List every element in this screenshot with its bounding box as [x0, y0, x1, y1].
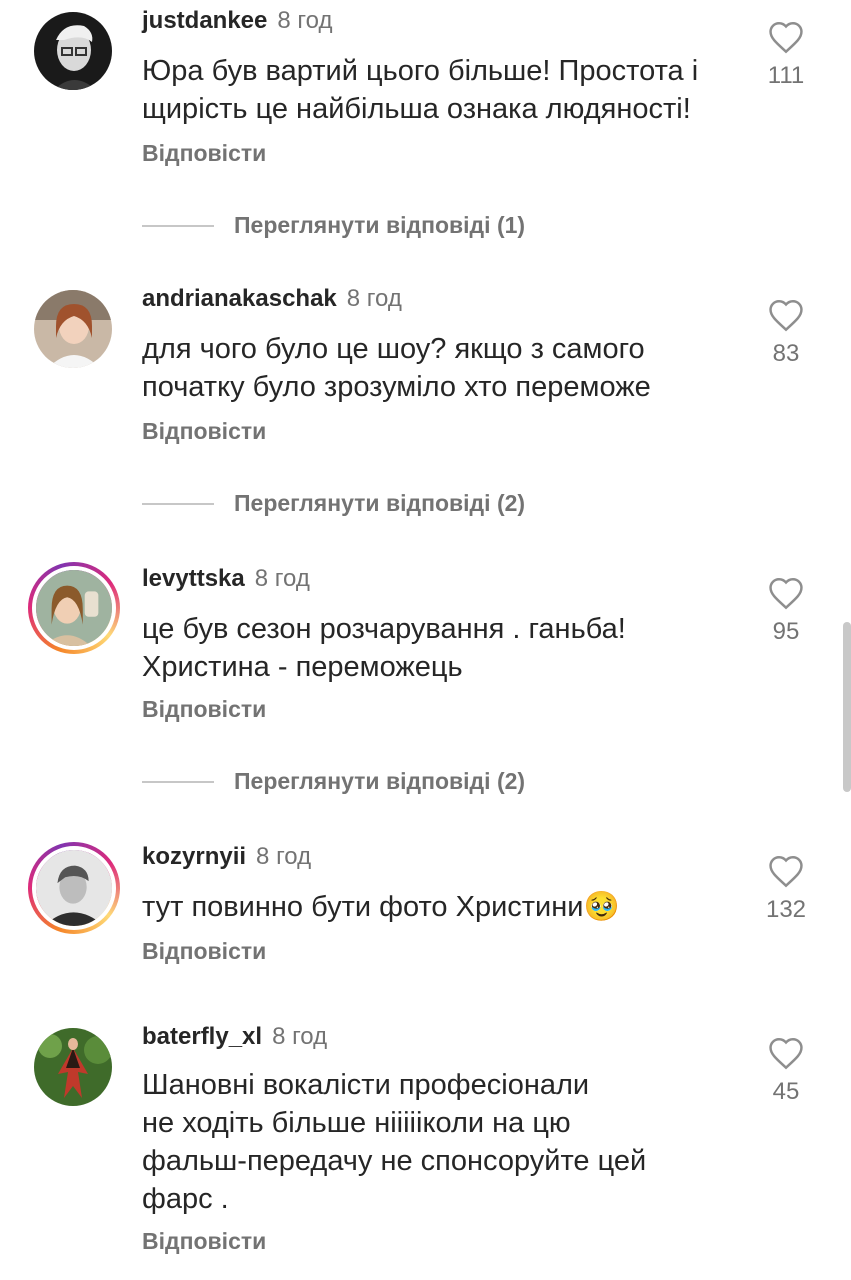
- reply-button[interactable]: Відповісти: [142, 140, 266, 167]
- like-button[interactable]: 132: [755, 854, 817, 924]
- heart-outline-icon: [769, 1038, 803, 1070]
- view-replies-button[interactable]: Переглянути відповіді (1): [142, 212, 525, 239]
- heart-outline-icon: [769, 22, 803, 54]
- view-replies-label: Переглянути відповіді (2): [234, 490, 526, 516]
- timestamp: 8 год: [346, 285, 402, 312]
- comment-text: це був сезон розчарування . ганьба! Хрис…: [142, 613, 626, 683]
- view-replies-button[interactable]: Переглянути відповіді (2): [142, 490, 525, 517]
- scrollbar[interactable]: [843, 622, 851, 792]
- like-button[interactable]: 83: [755, 298, 817, 368]
- avatar[interactable]: [34, 12, 112, 90]
- heart-outline-icon: [769, 578, 803, 610]
- view-replies-label: Переглянути відповіді (1): [234, 212, 526, 238]
- avatar-image-kozyrnyii: [36, 850, 112, 926]
- reply-button[interactable]: Відповісти: [142, 938, 266, 965]
- username[interactable]: justdankee: [142, 7, 267, 34]
- username[interactable]: kozyrnyii: [142, 843, 246, 870]
- timestamp: 8 год: [256, 843, 312, 870]
- avatar-image-andrianakaschak: [34, 290, 112, 368]
- comment-text: Юра був вартий цього більше! Простота і …: [142, 55, 699, 125]
- comment-meta: justdankee 8 год: [142, 6, 332, 36]
- comment-meta: andrianakaschak 8 год: [142, 284, 402, 314]
- avatar-image-justdankee: [34, 12, 112, 90]
- comment-meta: levyttska 8 год: [142, 564, 310, 594]
- like-count: 45: [772, 1078, 800, 1105]
- heart-outline-icon: [769, 300, 803, 332]
- comment-meta: kozyrnyii 8 год: [142, 842, 311, 872]
- divider: [142, 224, 214, 227]
- comment-text: тут повинно бути фото Христини🥹: [142, 891, 620, 923]
- reply-button[interactable]: Відповісти: [142, 418, 266, 445]
- username[interactable]: baterfly_xl: [142, 1023, 262, 1050]
- username[interactable]: levyttska: [142, 565, 245, 592]
- view-replies-button[interactable]: Переглянути відповіді (2): [142, 768, 525, 795]
- like-count: 111: [767, 62, 805, 89]
- avatar-image-baterfly-xl: [34, 1028, 112, 1106]
- view-replies-label: Переглянути відповіді (2): [234, 768, 526, 794]
- like-button[interactable]: 45: [755, 1036, 817, 1106]
- like-button[interactable]: 95: [755, 576, 817, 646]
- avatar-story-ring[interactable]: [28, 562, 120, 654]
- timestamp: 8 год: [254, 565, 310, 592]
- timestamp: 8 год: [272, 1023, 328, 1050]
- like-count: 95: [772, 618, 800, 645]
- comment-text: для чого було це шоу? якщо з самого поча…: [142, 333, 651, 403]
- heart-outline-icon: [769, 856, 803, 888]
- avatar-story-ring[interactable]: [28, 842, 120, 934]
- like-button[interactable]: 111: [755, 20, 817, 90]
- divider: [142, 502, 214, 505]
- avatar[interactable]: [34, 290, 112, 368]
- reply-button[interactable]: Відповісти: [142, 1228, 266, 1255]
- divider: [142, 780, 214, 783]
- reply-button[interactable]: Відповісти: [142, 696, 266, 723]
- username[interactable]: andrianakaschak: [142, 285, 337, 312]
- avatar-image-levyttska: [36, 570, 112, 646]
- comment-meta: baterfly_xl 8 год: [142, 1022, 327, 1052]
- like-count: 83: [772, 340, 800, 367]
- avatar[interactable]: [34, 1028, 112, 1106]
- comment-text: Шановні вокалісти професіонали не ходіть…: [142, 1069, 647, 1215]
- like-count: 132: [765, 896, 807, 923]
- timestamp: 8 год: [277, 7, 333, 34]
